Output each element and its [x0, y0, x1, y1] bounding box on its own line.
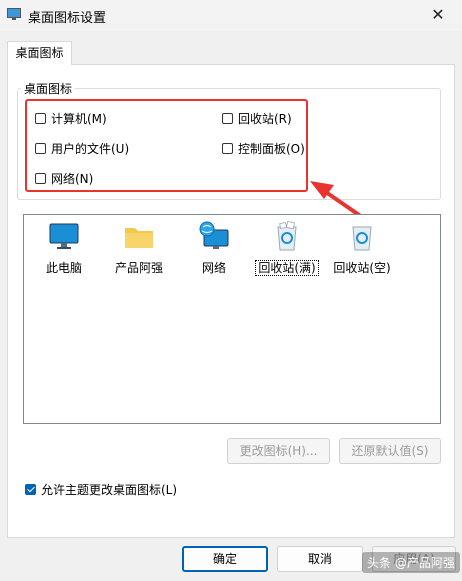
- list-item-label: 回收站(空): [333, 261, 391, 275]
- tab-desktop-icons[interactable]: 桌面图标: [7, 41, 72, 65]
- checkbox-box[interactable]: [35, 143, 46, 154]
- desktop-icon-list[interactable]: 此电脑 产品阿强 网络 回收站(满) 回收站(空): [23, 214, 441, 424]
- recycle-bin-full-icon: [277, 221, 297, 251]
- desktop-settings-icon: [7, 8, 21, 20]
- list-item-label: 产品阿强: [114, 261, 163, 275]
- change-icon-button[interactable]: 更改图标(H)...: [227, 438, 330, 464]
- checkbox-box[interactable]: [222, 143, 233, 154]
- ok-button[interactable]: 确定: [182, 546, 268, 572]
- checkbox-control-panel[interactable]: 控制面板(O): [222, 140, 305, 157]
- watermark: 头条 @产品阿强: [362, 552, 460, 573]
- list-item-user-folder[interactable]: 产品阿强: [104, 221, 174, 276]
- folder-icon: [125, 228, 153, 248]
- list-item-recycle-bin-empty[interactable]: 回收站(空): [327, 221, 397, 276]
- checkbox-box[interactable]: [35, 113, 46, 124]
- checkbox-computer[interactable]: 计算机(M): [35, 110, 107, 127]
- monitor-icon: [49, 223, 79, 249]
- checkbox-label: 用户的文件(U): [51, 142, 130, 156]
- list-item-label: 网络: [201, 261, 226, 275]
- close-icon[interactable]: ✕: [428, 5, 448, 25]
- list-item-recycle-bin-full[interactable]: 回收站(满): [252, 221, 322, 276]
- checkbox-label: 回收站(R): [238, 112, 292, 126]
- checkbox-box[interactable]: [222, 113, 233, 124]
- checkbox-recycle-bin[interactable]: 回收站(R): [222, 110, 292, 127]
- checkbox-user-files[interactable]: 用户的文件(U): [35, 140, 129, 157]
- window-title: 桌面图标设置: [28, 11, 107, 26]
- title-bar: 桌面图标设置 ✕: [0, 0, 462, 31]
- groupbox-label: 桌面图标: [21, 80, 76, 97]
- restore-default-button[interactable]: 还原默认值(S): [339, 438, 441, 464]
- cancel-button[interactable]: 取消: [277, 546, 363, 572]
- checkbox-label: 控制面板(O): [238, 142, 305, 156]
- network-globe-icon: [199, 221, 229, 249]
- checkbox-label: 计算机(M): [51, 112, 107, 126]
- checkbox-box[interactable]: [35, 173, 46, 184]
- checkbox-label: 允许主题更改桌面图标(L): [41, 483, 178, 497]
- checkbox-box[interactable]: [25, 484, 36, 495]
- checkbox-network[interactable]: 网络(N): [35, 170, 93, 187]
- list-item-network[interactable]: 网络: [179, 221, 249, 276]
- list-item-label: 回收站(满): [255, 260, 319, 276]
- checkbox-allow-themes[interactable]: 允许主题更改桌面图标(L): [25, 481, 177, 498]
- list-item-label: 此电脑: [45, 261, 82, 275]
- recycle-bin-empty-icon: [352, 226, 372, 251]
- list-item-this-pc[interactable]: 此电脑: [29, 221, 99, 276]
- checkbox-label: 网络(N): [51, 172, 94, 186]
